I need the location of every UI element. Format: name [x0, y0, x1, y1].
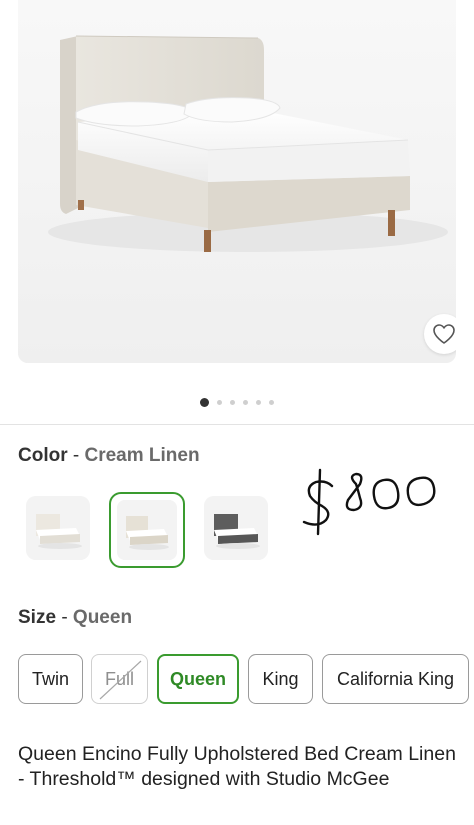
color-separator: - — [72, 445, 80, 466]
size-chip-twin[interactable]: Twin — [18, 654, 83, 704]
size-option-heading: Size - Queen — [18, 607, 132, 629]
color-label: Color — [18, 445, 68, 466]
size-separator: - — [61, 607, 68, 628]
handwritten-price-annotation: $800 — [298, 464, 448, 541]
product-image[interactable] — [18, 0, 456, 363]
color-swatch-cream-light[interactable] — [26, 496, 90, 560]
color-swatch-cream-linen[interactable] — [109, 492, 185, 568]
carousel-dot[interactable] — [217, 400, 222, 405]
size-chip-full-unavailable[interactable]: Full — [91, 654, 148, 704]
color-swatch-gray[interactable] — [204, 496, 268, 560]
carousel-dot-active[interactable] — [200, 398, 209, 407]
bed-illustration — [18, 0, 456, 363]
handwritten-price-drawing — [302, 468, 436, 536]
color-selected-value: Cream Linen — [84, 445, 200, 466]
size-chip-king[interactable]: King — [248, 654, 313, 704]
size-chip-label: Twin — [31, 668, 69, 689]
size-chip-label: Queen — [169, 668, 226, 689]
product-page: Color - Cream Linen Size - Queen Twin Fu… — [0, 0, 474, 825]
color-option-heading: Color - Cream Linen — [18, 445, 200, 467]
favorite-button[interactable] — [424, 314, 456, 354]
size-chip-queen[interactable]: Queen — [157, 654, 239, 704]
carousel-pagination — [0, 398, 474, 407]
size-label: Size — [18, 607, 57, 628]
section-divider — [0, 424, 474, 425]
swatch-bed-thumbnail — [204, 496, 268, 560]
carousel-dot[interactable] — [243, 400, 248, 405]
size-chip-label: King — [262, 668, 299, 689]
size-chip-label: California King — [336, 668, 455, 689]
carousel-dot[interactable] — [256, 400, 261, 405]
unavailable-strike-icon — [99, 660, 142, 700]
size-selected-value: Queen — [72, 607, 133, 628]
swatch-bed-thumbnail — [26, 496, 90, 560]
carousel-dot[interactable] — [230, 400, 235, 405]
swatch-bed-thumbnail — [117, 500, 177, 560]
carousel-dot[interactable] — [269, 400, 274, 405]
product-title: Queen Encino Fully Upholstered Bed Cream… — [18, 743, 456, 790]
size-chip-california-king[interactable]: California King — [322, 654, 469, 704]
heart-outline-icon — [433, 324, 455, 344]
